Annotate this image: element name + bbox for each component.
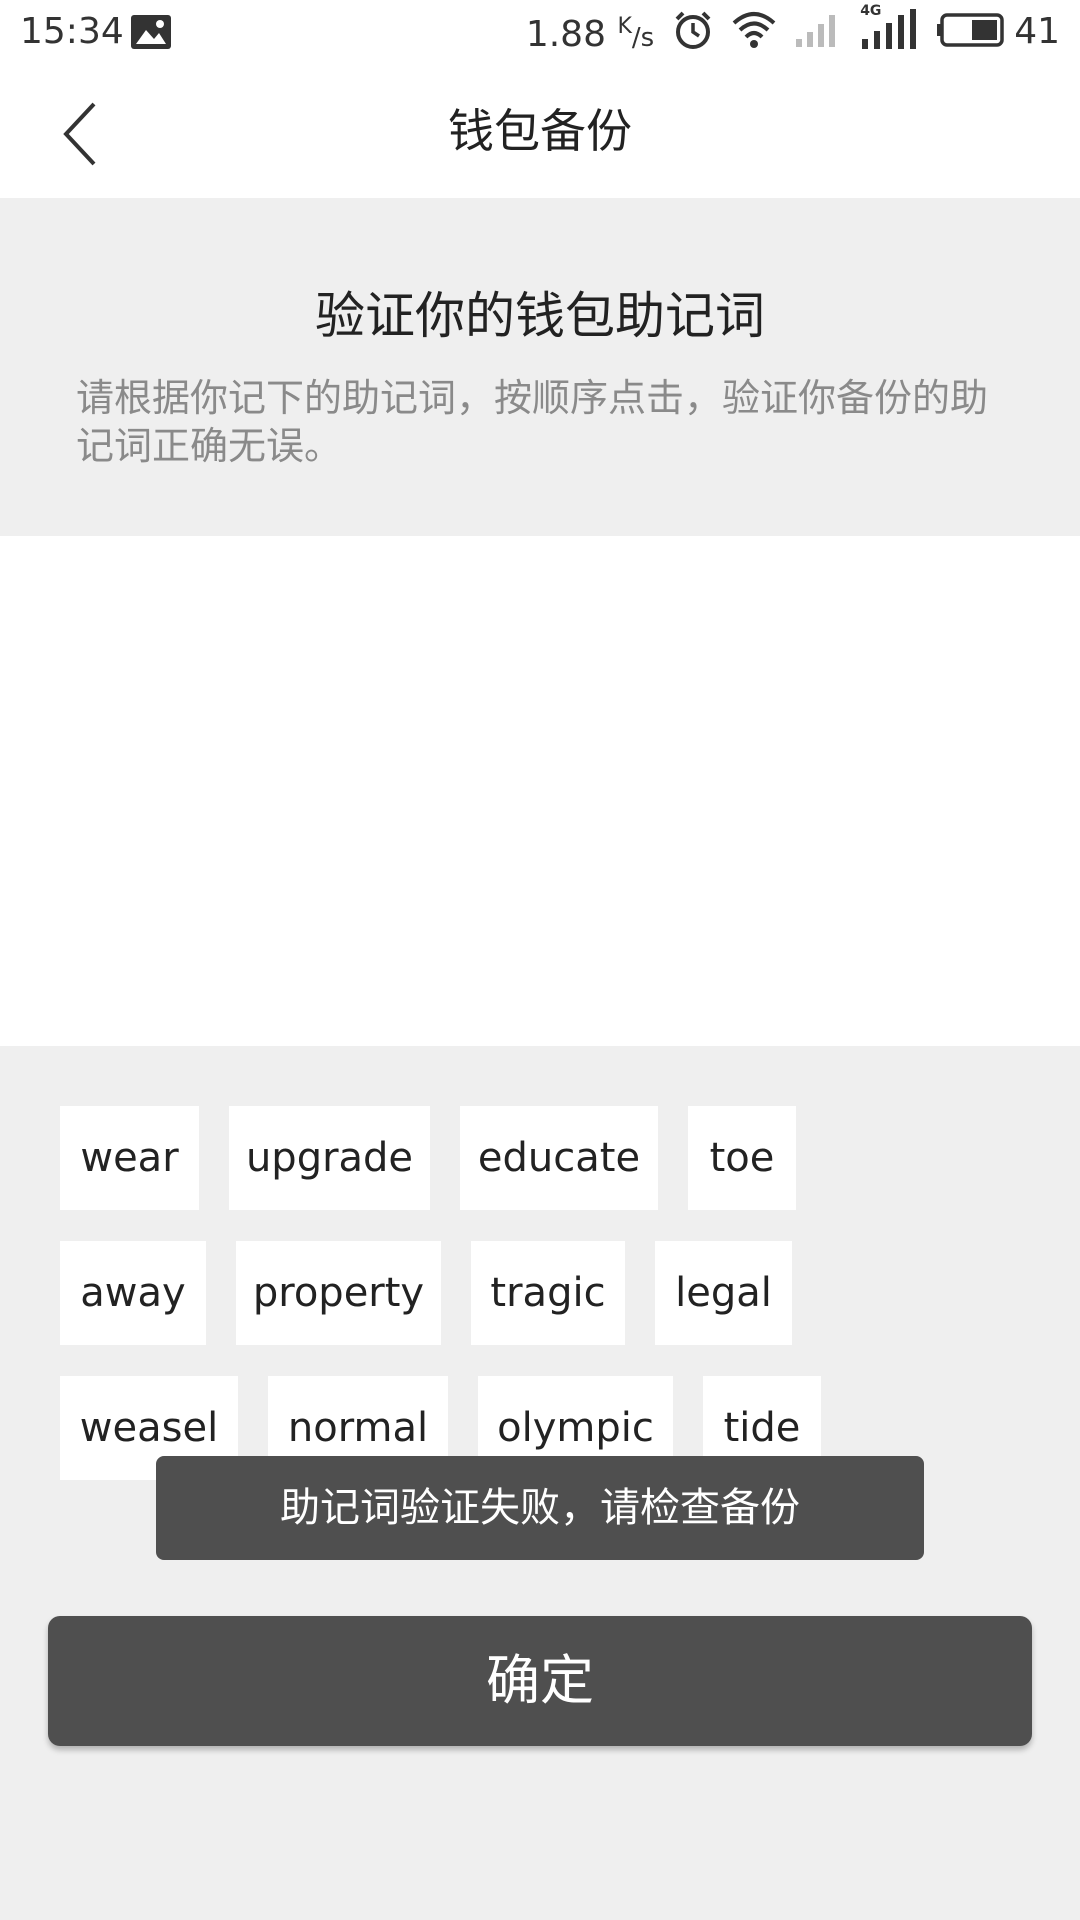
confirm-button[interactable]: 确定 (48, 1616, 1032, 1746)
status-bar: 15:34 1.88 K/s 4G 41 (0, 0, 1080, 64)
alarm-icon (672, 9, 714, 55)
network-speed: 1.88 K/s (526, 5, 654, 60)
wifi-icon (732, 11, 776, 53)
network-type: 4G (860, 3, 882, 19)
status-time: 15:34 (20, 11, 124, 52)
word-chip[interactable]: wear (60, 1106, 199, 1210)
network-speed-value: 1.88 (525, 13, 606, 55)
word-chip[interactable]: legal (655, 1241, 792, 1345)
nav-bar: 钱包备份 (0, 64, 1080, 198)
page-title: 钱包备份 (448, 104, 632, 158)
image-notification-icon (130, 14, 172, 50)
word-chip[interactable]: educate (460, 1106, 658, 1210)
word-chip[interactable]: away (60, 1241, 206, 1345)
error-toast: 助记词验证失败，请检查备份 (156, 1456, 924, 1560)
signal-empty-icon (794, 11, 842, 53)
signal-4g-icon: 4G (860, 3, 918, 55)
instruction-description: 请根据你记下的助记词，按顺序点击，验证你备份的助记词正确无误。 (76, 376, 989, 468)
battery-icon (936, 12, 1006, 52)
status-icons: 1.88 K/s 4G 41 (526, 3, 1060, 56)
word-chip[interactable]: upgrade (229, 1106, 430, 1210)
word-chip[interactable]: tragic (471, 1241, 625, 1345)
word-chip[interactable]: toe (688, 1106, 796, 1210)
network-speed-unit-per-second: /s (631, 22, 655, 53)
battery-level: 41 (1014, 11, 1060, 52)
network-speed-unit: K (617, 13, 632, 39)
selected-words-area[interactable] (0, 536, 1080, 1046)
instruction-panel: 验证你的钱包助记词 请根据你记下的助记词，按顺序点击，验证你备份的助记词正确无误… (0, 198, 1080, 536)
word-chip[interactable]: property (236, 1241, 441, 1345)
instruction-title: 验证你的钱包助记词 (315, 287, 765, 345)
